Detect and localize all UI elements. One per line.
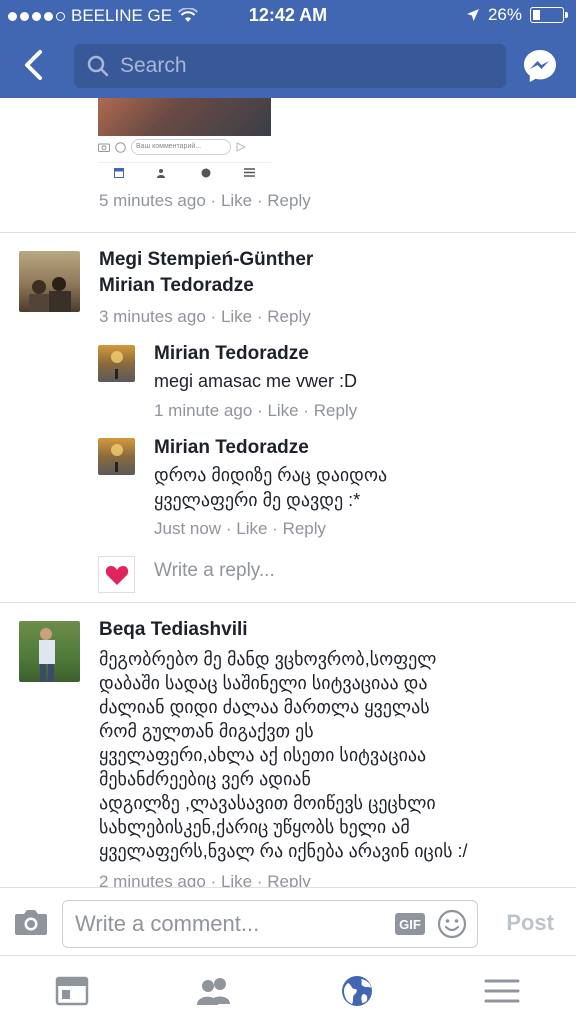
avatar[interactable]: [98, 438, 135, 475]
comment-text-line: რომ გულთან მიგაქვთ ეს: [99, 721, 314, 741]
reply-author[interactable]: Mirian Tedoradze: [154, 343, 309, 365]
tagged-user[interactable]: Mirian Tedoradze: [99, 275, 254, 297]
tab-bar: [0, 955, 576, 1024]
reply-link[interactable]: Reply: [267, 191, 310, 210]
reply-link[interactable]: Reply: [267, 307, 310, 326]
reply-text-line: დროა მიდიზე რაც დაიდოა: [154, 465, 388, 485]
reply-meta: 1 minute ago · Like · Reply: [154, 401, 358, 420]
messenger-icon[interactable]: [522, 48, 558, 84]
camera-icon[interactable]: [14, 908, 48, 936]
comment-text-line: ადგილზე ,ლავასავით მოიწევს ცეცხლი: [99, 793, 436, 813]
gif-button[interactable]: GIF: [395, 913, 425, 935]
comment-text-line: დაბაში სადაც საშინელი სიტვაციაა და: [99, 673, 428, 693]
reply-link[interactable]: Reply: [314, 401, 357, 420]
avatar[interactable]: [98, 345, 135, 382]
like-link[interactable]: Like: [221, 307, 252, 326]
friends-icon: [157, 168, 166, 178]
camera-icon: [98, 143, 110, 152]
reply-text: megi amasac me vwer :D: [154, 371, 358, 391]
embedded-comment-input: Ваш комментарий...: [131, 139, 231, 155]
news-feed-icon: [114, 167, 125, 178]
globe-icon: [201, 168, 211, 177]
comment-meta: 3 minutes ago · Like · Reply: [99, 307, 311, 326]
embedded-comment-bar: Ваш комментарий...: [98, 136, 271, 158]
heart-icon: [105, 565, 128, 585]
menu-icon: [243, 168, 255, 177]
app-header: BEELINE GE 12:42 AM 26% Search: [0, 0, 576, 98]
reply-author[interactable]: Mirian Tedoradze: [154, 437, 309, 459]
comment-text: მეგობრებო მე მანდ ვცხოვრობ,სოფელ დაბაში ს…: [99, 647, 559, 863]
comment-text-line: ყველაფერი,ახლა აქ ისეთი სიტვაციაა: [99, 745, 427, 765]
avatar[interactable]: [19, 621, 80, 682]
sticker-icon[interactable]: [437, 909, 467, 939]
like-link[interactable]: Like: [221, 191, 252, 210]
battery-icon: [530, 7, 568, 23]
like-link[interactable]: Like: [236, 519, 267, 538]
avatar-photo: [111, 351, 123, 379]
reply-meta: Just now · Like · Reply: [154, 519, 327, 538]
send-icon: [236, 142, 246, 152]
back-chevron-icon[interactable]: [18, 48, 52, 82]
location-arrow-icon: [466, 9, 479, 21]
divider: [0, 232, 576, 233]
reply-link[interactable]: Reply: [283, 519, 326, 538]
status-bar: BEELINE GE 12:42 AM 26%: [0, 0, 576, 32]
timestamp: 5 minutes ago: [99, 191, 206, 210]
post-button[interactable]: Post: [506, 910, 554, 936]
smile-icon: [115, 141, 126, 153]
timestamp: 1 minute ago: [154, 401, 253, 420]
avatar-photo: [39, 628, 55, 682]
comment-author[interactable]: Megi Stempień-Günther: [99, 249, 313, 271]
post-image[interactable]: [98, 98, 271, 136]
friends-icon[interactable]: [196, 974, 232, 1008]
comment-input[interactable]: Write a comment... GIF: [62, 900, 478, 948]
avatar-photo: [111, 444, 123, 472]
comment-placeholder: Write a comment...: [75, 911, 260, 936]
comment-text-line: მეგობრებო მე მანდ ვცხოვრობ,სოფელ: [99, 649, 437, 669]
news-feed-icon[interactable]: [54, 974, 90, 1008]
battery-percent: 26%: [487, 5, 522, 24]
comment-composer: Write a comment... GIF Post: [0, 887, 576, 955]
search-icon: [87, 55, 109, 77]
menu-icon[interactable]: [484, 974, 520, 1008]
comment-text-line: ყველაფერს,ნვალ რა იქნება არავინ იცის :/: [99, 841, 468, 861]
reply-reaction-avatar: [98, 556, 135, 593]
comment-text-line: მეხანძრეებიც ვერ ადიან: [99, 769, 311, 789]
timestamp: Just now: [154, 519, 222, 538]
reply-text-line: ყველაფერი მე დავდე :*: [154, 490, 361, 510]
nav-bar: Search: [0, 38, 576, 94]
comment-text-line: სახლებისკენ,ქარიც უწყობს ხელი ამ: [99, 817, 410, 837]
avatar[interactable]: [19, 251, 80, 312]
comment-author[interactable]: Beqa Tediashvili: [99, 619, 248, 641]
timestamp: 3 minutes ago: [99, 307, 206, 326]
search-input[interactable]: Search: [74, 44, 506, 88]
comment-text-line: ძალიან დიდი ძალაა მართლა ყველას: [99, 697, 430, 717]
embedded-tabbar: [98, 162, 271, 182]
divider: [0, 602, 576, 603]
globe-icon[interactable]: [339, 974, 375, 1008]
like-link[interactable]: Like: [267, 401, 298, 420]
search-placeholder: Search: [120, 54, 187, 77]
reply-input[interactable]: Write a reply...: [154, 560, 275, 582]
avatar-photo: [29, 277, 71, 312]
top-post-meta: 5 minutes ago · Like · Reply: [99, 191, 311, 210]
